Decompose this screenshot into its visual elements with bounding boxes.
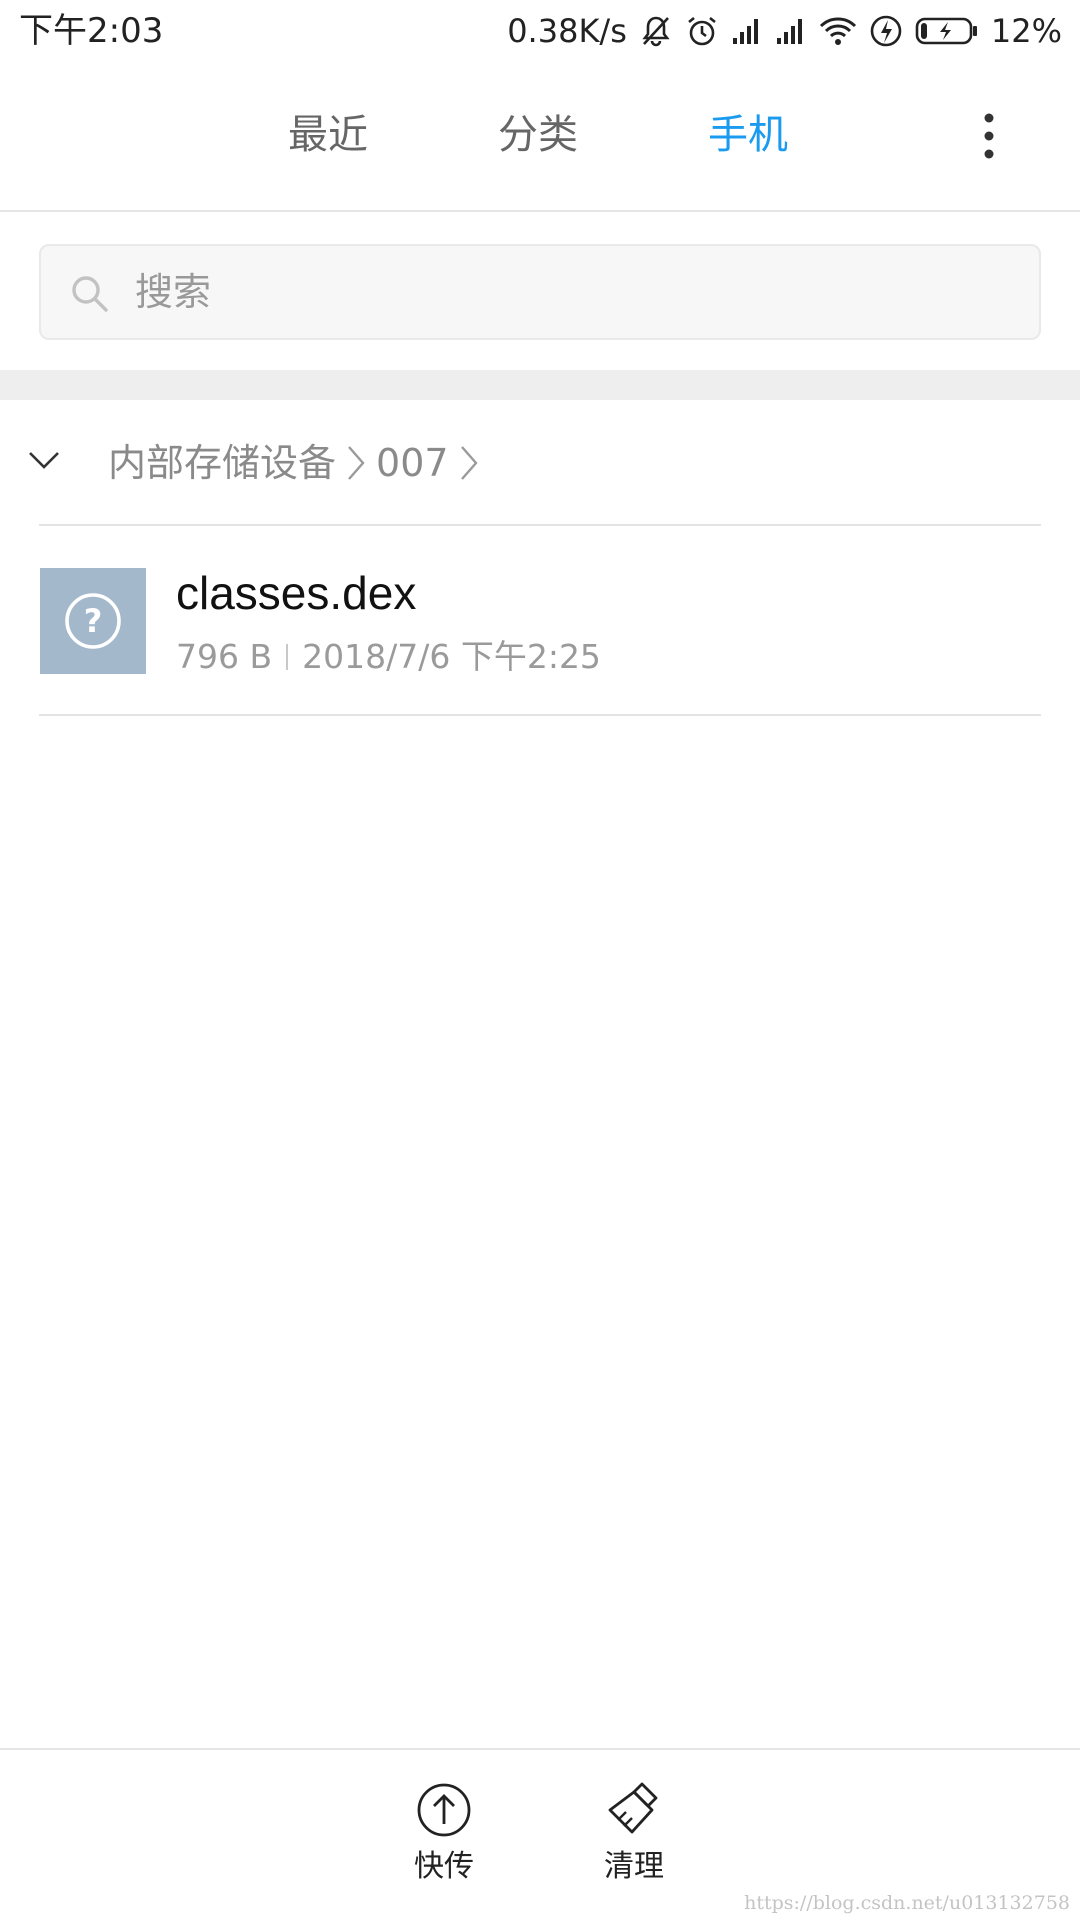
- search-input[interactable]: [135, 254, 1015, 330]
- watermark: https://blog.csdn.net/u013132758: [744, 1892, 1070, 1914]
- battery-percent: 12%: [990, 12, 1062, 50]
- breadcrumb-item-folder[interactable]: 007: [376, 438, 449, 488]
- quick-transfer-label: 快传: [414, 1849, 474, 1884]
- svg-text:?: ?: [84, 602, 103, 640]
- clean-label: 清理: [604, 1849, 664, 1884]
- breadcrumb: 内部存储设备 007: [0, 400, 1080, 526]
- unknown-file-icon: ?: [65, 593, 121, 649]
- more-vertical-icon: [984, 113, 994, 159]
- tab-phone[interactable]: 手机: [708, 110, 788, 160]
- breadcrumb-item-internal-storage[interactable]: 内部存储设备: [108, 438, 336, 488]
- file-meta: 796 B 2018/7/6 下午2:25: [176, 636, 601, 678]
- mute-icon: [639, 14, 673, 48]
- alarm-icon: [685, 14, 719, 48]
- file-list-item[interactable]: ? classes.dex 796 B 2018/7/6 下午2:25: [0, 526, 1080, 714]
- file-size: 796 B: [176, 637, 273, 676]
- status-time: 下午2:03: [19, 11, 164, 51]
- tab-category[interactable]: 分类: [498, 110, 578, 160]
- section-divider: [0, 370, 1080, 400]
- tab-recent[interactable]: 最近: [288, 110, 368, 160]
- chevron-down-icon[interactable]: [22, 438, 66, 482]
- chevron-right-icon: [344, 441, 368, 485]
- file-modified-date: 2018/7/6 下午2:25: [302, 637, 601, 676]
- divider: [39, 714, 1041, 716]
- more-options-button[interactable]: [964, 106, 1014, 166]
- top-tab-bar: 最近 分类 手机: [0, 62, 1080, 212]
- file-thumbnail: ?: [40, 568, 146, 674]
- broom-icon: [608, 1782, 658, 1834]
- file-manager-screen: 下午2:03 0.38K/s 12% 最近 分类 手机 搜索 内部存储设备 00…: [0, 0, 1080, 1920]
- charging-icon: [869, 14, 903, 48]
- status-indicators: 0.38K/s 12%: [507, 8, 1062, 54]
- breadcrumb-path: 内部存储设备 007: [108, 438, 481, 488]
- bottom-action-bar: 快传 清理 https://blog.csdn.net/u013132758: [0, 1748, 1080, 1920]
- status-bar: 下午2:03 0.38K/s 12%: [0, 0, 1080, 62]
- chevron-right-icon: [457, 441, 481, 485]
- search-box[interactable]: [39, 244, 1041, 340]
- signal-icon: [731, 16, 763, 46]
- battery-icon: [915, 16, 979, 46]
- upload-circle-icon: [417, 1783, 471, 1837]
- quick-transfer-button[interactable]: 快传: [374, 1780, 514, 1886]
- network-speed: 0.38K/s: [507, 12, 627, 50]
- signal-icon: [775, 16, 807, 46]
- search-icon: [72, 276, 108, 312]
- meta-separator: [286, 644, 289, 670]
- file-name: classes.dex: [176, 567, 417, 619]
- clean-button[interactable]: 清理: [564, 1780, 704, 1886]
- wifi-icon: [819, 16, 857, 46]
